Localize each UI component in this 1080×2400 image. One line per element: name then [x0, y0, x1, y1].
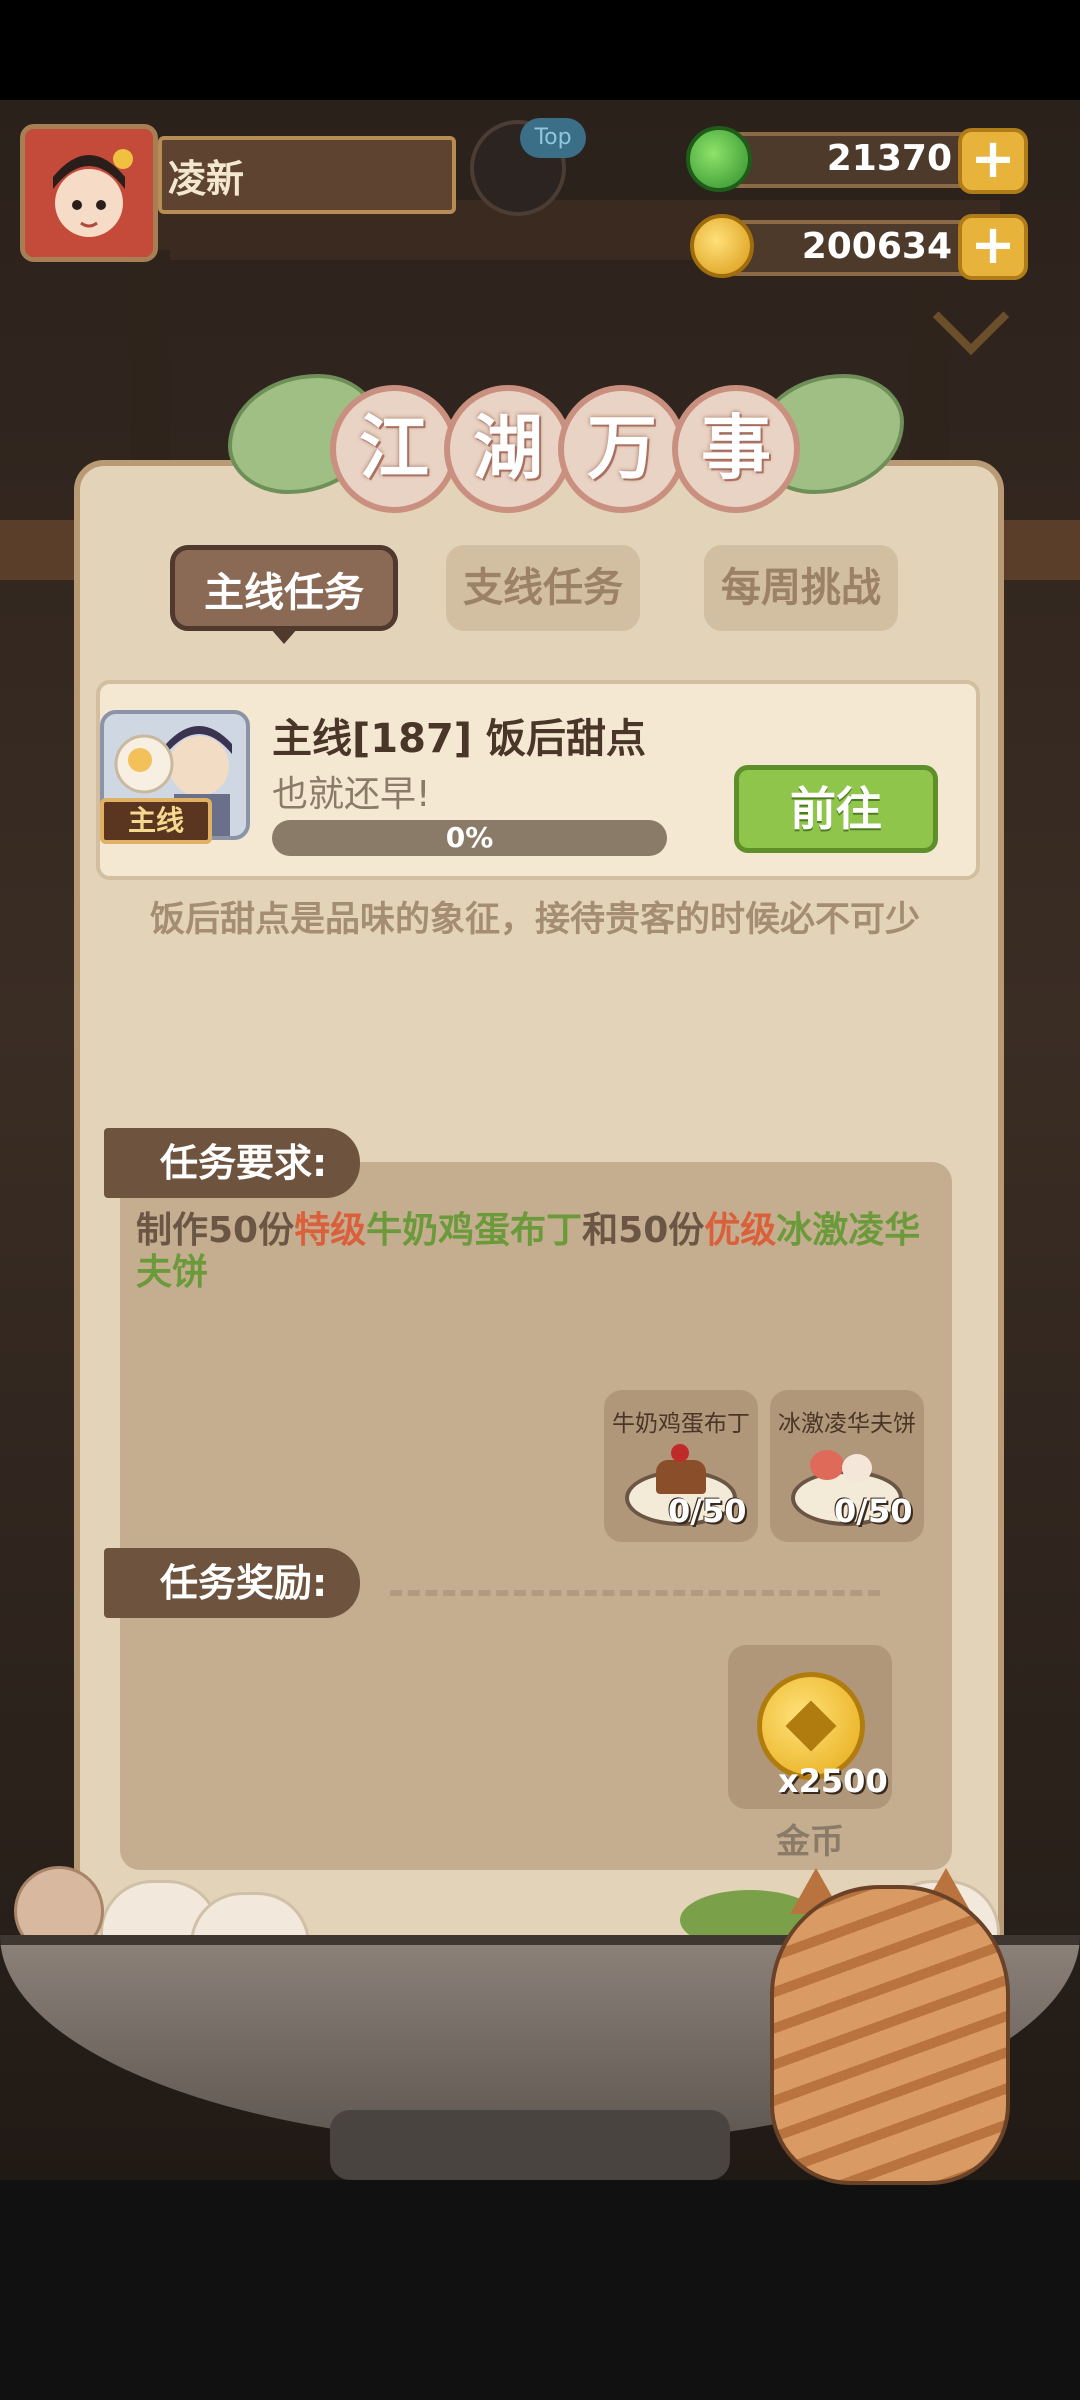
ice-cream-icon [842, 1454, 872, 1482]
jade-currency-value: 21370 [826, 138, 952, 179]
top-badge: Top [520, 118, 586, 158]
panel-title-char: 湖 [444, 385, 572, 513]
required-item-count: 0/50 [668, 1492, 747, 1530]
strawberry-icon [810, 1450, 844, 1480]
player-name: 凌新 [168, 157, 245, 201]
required-item-name: 冰激凌华夫饼 [778, 1411, 916, 1437]
task-subtitle: 也就还早! [272, 774, 431, 815]
tab-main-quests[interactable]: 主线任务 [170, 545, 398, 631]
requirement-fragment: 制作50份 [136, 1210, 295, 1251]
rewards-divider [390, 1590, 880, 1596]
requirements-header: 任务要求: [104, 1128, 360, 1198]
task-description: 饭后甜点是品味的象征，接待贵客的时候必不可少 [150, 900, 921, 940]
cat-mascot [770, 1885, 1010, 2185]
bowl-base [330, 2110, 730, 2180]
reward-quantity: x2500 [778, 1762, 888, 1800]
task-progress-text: 0% [445, 821, 494, 854]
background-floor [0, 2180, 1080, 2400]
player-avatar[interactable] [20, 124, 158, 262]
pudding-icon [656, 1460, 706, 1494]
panel-title-char: 事 [672, 385, 800, 513]
panel-title-char: 万 [558, 385, 686, 513]
active-tab-pointer [270, 628, 298, 644]
requirement-fragment: 优级 [704, 1210, 777, 1251]
add-coin-button[interactable]: + [958, 214, 1028, 280]
go-button[interactable]: 前往 [734, 765, 938, 853]
required-item-name: 牛奶鸡蛋布丁 [612, 1411, 750, 1437]
add-jade-button[interactable]: + [958, 128, 1028, 194]
avatar-portrait-icon [25, 129, 153, 257]
requirement-fragment: 和50份 [582, 1210, 705, 1251]
main-quest-tag: 主线 [100, 798, 212, 844]
cherry-icon [671, 1444, 689, 1462]
panel-title-char: 江 [330, 385, 458, 513]
requirement-fragment: 特级 [294, 1210, 367, 1251]
required-item-count: 0/50 [834, 1492, 913, 1530]
task-title: 主线[187] 饭后甜点 [272, 716, 646, 762]
tab-weekly-challenge[interactable]: 每周挑战 [704, 545, 898, 631]
requirements-text: 制作50份特级牛奶鸡蛋布丁和50份优级冰激凌华夫饼 [136, 1210, 936, 1294]
reward-name: 金币 [776, 1822, 844, 1862]
coin-currency-value: 200634 [801, 226, 952, 267]
requirement-fragment: 牛奶鸡蛋布丁 [366, 1210, 583, 1251]
rewards-header: 任务奖励: [104, 1548, 360, 1618]
tab-side-quests[interactable]: 支线任务 [446, 545, 640, 631]
